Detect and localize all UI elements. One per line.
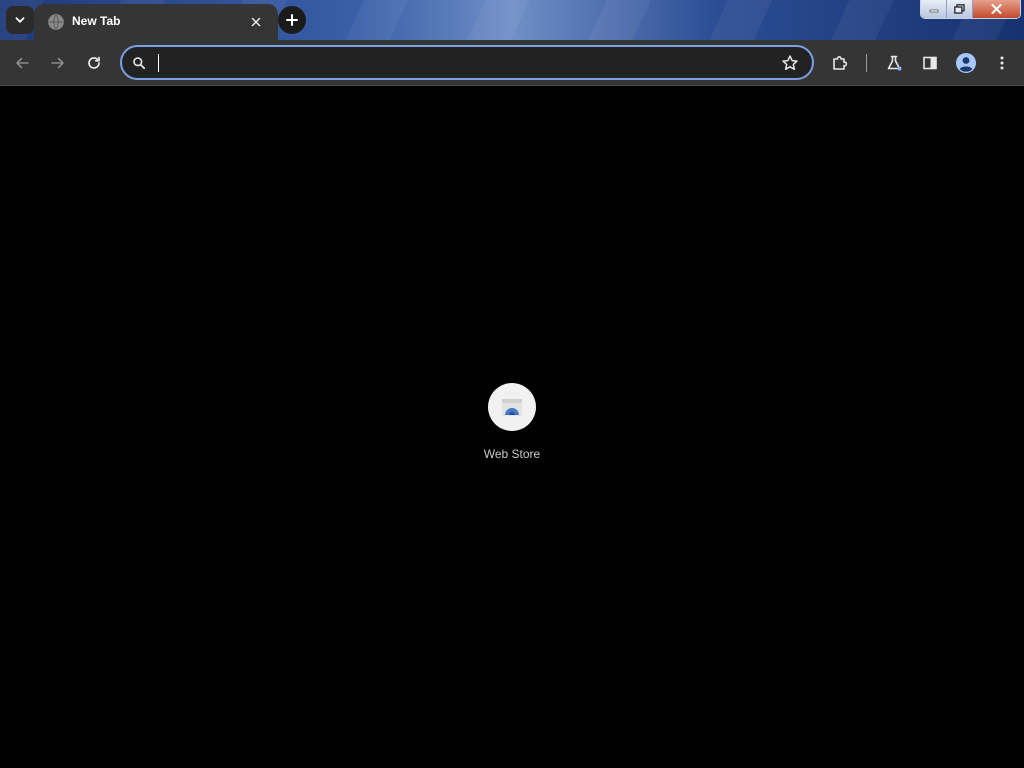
shortcut-web-store[interactable]: Web Store <box>472 383 552 467</box>
chrome-menu-button[interactable] <box>990 51 1014 75</box>
new-tab-page: Web Store <box>0 87 1024 768</box>
bookmark-button[interactable] <box>780 53 800 73</box>
new-tab-button[interactable] <box>278 6 306 34</box>
search-icon <box>133 57 146 70</box>
text-caret <box>158 54 159 72</box>
labs-button[interactable] <box>882 51 906 75</box>
reload-button[interactable] <box>82 51 106 75</box>
close-icon <box>991 4 1002 14</box>
toolbar <box>0 40 1024 86</box>
kebab-menu-icon <box>1000 56 1004 70</box>
restore-icon <box>954 4 965 14</box>
side-panel-button[interactable] <box>918 51 942 75</box>
tab-new-tab[interactable]: New Tab <box>34 4 278 40</box>
toolbar-separator <box>866 54 867 72</box>
arrow-left-icon <box>16 57 29 69</box>
extensions-button[interactable] <box>828 51 852 75</box>
arrow-right-icon <box>51 57 64 69</box>
shortcut-tile <box>488 383 536 431</box>
web-store-icon <box>502 399 522 416</box>
side-panel-icon <box>923 56 937 70</box>
tab-search-button[interactable] <box>6 6 34 34</box>
close-window-button[interactable] <box>973 0 1020 18</box>
omnibox[interactable] <box>120 45 814 80</box>
puzzle-icon <box>833 56 848 70</box>
reload-icon <box>88 56 100 69</box>
tab-strip: New Tab <box>0 0 1024 40</box>
tab-close-button[interactable] <box>246 12 266 32</box>
flask-icon <box>887 55 902 71</box>
close-icon <box>251 17 261 27</box>
chevron-down-icon <box>15 17 25 23</box>
window-controls <box>920 0 1021 19</box>
back-button[interactable] <box>10 51 34 75</box>
plus-icon <box>286 14 298 26</box>
star-icon <box>782 55 798 71</box>
address-input[interactable] <box>156 52 756 73</box>
avatar-icon <box>956 53 976 73</box>
restore-button[interactable] <box>947 0 973 18</box>
shortcut-label: Web Store <box>483 447 541 461</box>
forward-button[interactable] <box>46 51 70 75</box>
tab-title: New Tab <box>72 14 121 28</box>
minimize-icon <box>929 9 938 13</box>
profile-button[interactable] <box>954 51 978 75</box>
minimize-button[interactable] <box>921 0 947 18</box>
globe-icon <box>48 14 64 30</box>
